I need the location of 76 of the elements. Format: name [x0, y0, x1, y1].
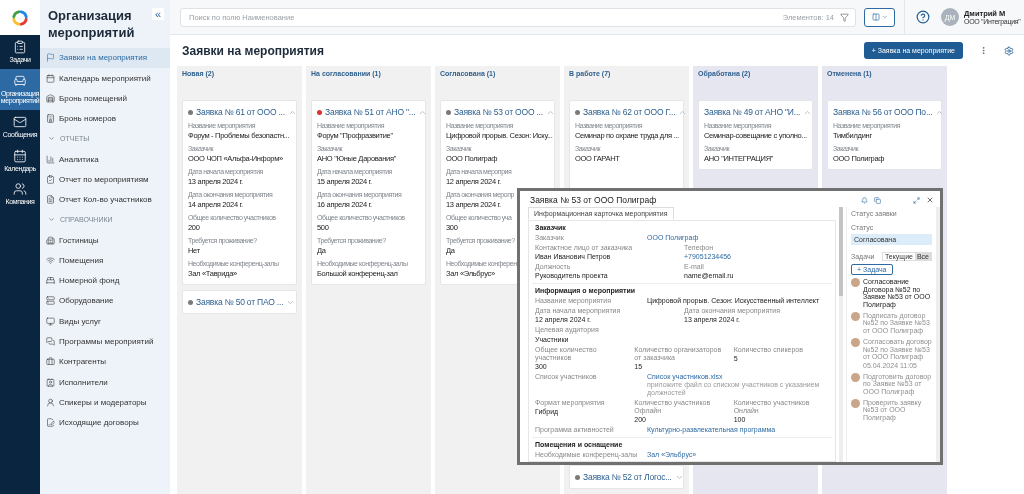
help-icon[interactable]: [916, 10, 930, 24]
more-icon[interactable]: [979, 46, 988, 55]
menu-icon: [46, 73, 55, 83]
sidebar-item[interactable]: Исполнители: [40, 371, 170, 393]
sidebar-item[interactable]: Исходящие договоры: [40, 412, 170, 433]
sidebar-title: Организация мероприятий: [48, 8, 136, 42]
avatar-icon: [851, 398, 860, 408]
card-title[interactable]: Заявка № 52 от Логос...: [583, 472, 672, 482]
menu-icon: [46, 357, 55, 367]
sidebar-item[interactable]: Помещения: [40, 250, 170, 271]
menu-icon: [46, 255, 55, 265]
sidebar-item[interactable]: Отчет Кол-во участников: [40, 189, 170, 210]
avatar-icon: [851, 311, 860, 321]
request-card[interactable]: [311, 100, 426, 285]
sidebar-item[interactable]: Бронь помещений: [40, 88, 170, 109]
menu-icon: [46, 174, 55, 184]
menu-icon: [46, 316, 55, 326]
card-title[interactable]: Заявка № 53 от ООО ...: [454, 107, 543, 117]
menu-icon: [46, 114, 55, 124]
sidebar-item[interactable]: Заявки на мероприятия: [40, 47, 170, 69]
rail-icon: [13, 115, 27, 130]
dialog-title: Заявка № 53 от ООО Полиграф: [530, 195, 658, 205]
menu-icon: [46, 53, 55, 63]
avatar-icon: [851, 372, 860, 382]
sidebar-item[interactable]: Номерной фонд: [40, 270, 170, 291]
logo-icon: [11, 8, 29, 27]
request-card[interactable]: [182, 100, 297, 285]
menu-icon: [46, 337, 55, 346]
card-title[interactable]: Заявка № 51 от АНО "...: [325, 107, 416, 117]
menu-icon: [46, 276, 55, 286]
rail-icon: [13, 148, 27, 163]
page-title: Заявки на мероприятия: [182, 43, 325, 58]
card-title[interactable]: Заявка № 56 от ООО По...: [833, 107, 933, 117]
menu-icon: [46, 154, 55, 164]
menu-icon: [46, 377, 55, 387]
sidebar-item[interactable]: Оборудование: [40, 290, 170, 312]
columns-icon: [871, 13, 880, 21]
menu-icon: [46, 296, 55, 306]
request-card[interactable]: Заявка № 52 от Логос...: [569, 465, 684, 489]
card-title[interactable]: Заявка № 62 от ООО Г...: [583, 107, 676, 117]
filter-icon[interactable]: [840, 12, 849, 22]
settings-icon[interactable]: [1004, 45, 1014, 56]
copy-icon[interactable]: [874, 196, 881, 204]
close-icon[interactable]: [926, 196, 934, 204]
scrollbar[interactable]: [839, 207, 843, 462]
request-card[interactable]: Заявка № 50 от ПАО ...: [182, 290, 297, 314]
caret-icon[interactable]: [48, 135, 55, 143]
sidebar-item[interactable]: Календарь мероприятий: [40, 68, 170, 89]
sidebar-item[interactable]: Гостиницы: [40, 229, 170, 251]
rail-icon: [13, 40, 27, 54]
menu-icon: [46, 195, 55, 205]
sidebar-item[interactable]: Контрагенты: [40, 351, 170, 372]
menu-icon: [46, 397, 55, 407]
sidebar-item[interactable]: Аналитика: [40, 148, 170, 170]
sidebar-item[interactable]: Бронь номеров: [40, 108, 170, 129]
sidebar-item[interactable]: Программы мероприятий: [40, 331, 170, 352]
card-title[interactable]: Заявка № 50 от ПАО ...: [196, 297, 284, 307]
sidebar-item[interactable]: Виды услуг: [40, 311, 170, 332]
collapse-button[interactable]: «: [151, 8, 164, 21]
card-title[interactable]: Заявка № 61 от ООО ...: [196, 107, 285, 117]
rail-icon: [13, 73, 27, 88]
card-title[interactable]: Заявка № 49 от АНО "И...: [704, 107, 801, 117]
avatar-icon: [851, 337, 860, 347]
view-toggle-button[interactable]: [864, 7, 895, 27]
sidebar-item[interactable]: Отчет по мероприятиям: [40, 169, 170, 190]
rail-icon: [13, 182, 27, 197]
expand-icon[interactable]: [913, 196, 920, 204]
menu-icon: [46, 235, 55, 245]
scrollbar[interactable]: [936, 207, 940, 462]
avatar-icon: [851, 278, 860, 287]
menu-icon: [46, 94, 55, 103]
caret-icon: [881, 14, 888, 20]
menu-icon: [46, 418, 55, 428]
caret-icon[interactable]: [48, 216, 55, 224]
bell-icon[interactable]: [861, 196, 868, 204]
sidebar-item[interactable]: Спикеры и модераторы: [40, 392, 170, 413]
